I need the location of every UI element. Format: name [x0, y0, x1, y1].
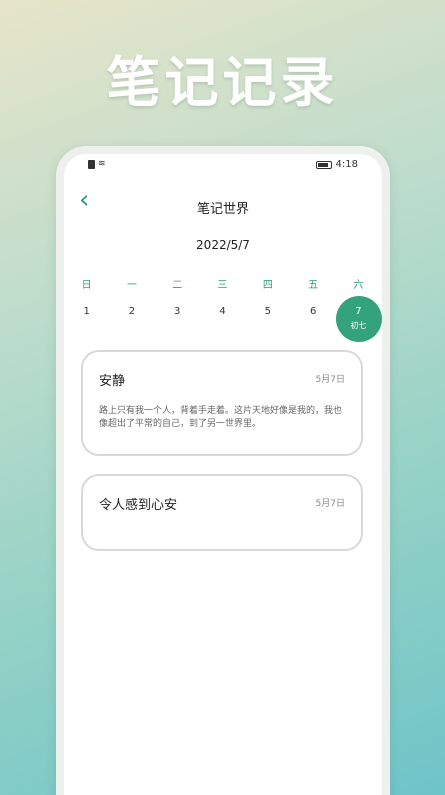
calendar-day-selected[interactable]: 7 初七 [335, 296, 382, 342]
weekday-header: 日 一 二 三 四 五 六 [64, 276, 382, 291]
status-bar: ≋ 4:18 [64, 158, 382, 174]
calendar-day[interactable]: 1 [64, 304, 109, 334]
weekday-label: 一 [126, 280, 137, 291]
note-title: 令人感到心安 [99, 498, 178, 513]
status-time: 4:18 [335, 159, 358, 170]
current-date[interactable]: 2022/5/7 [64, 238, 382, 252]
note-title: 安静 [99, 374, 126, 389]
calendar-day[interactable]: 4 [200, 304, 245, 334]
weekday-label: 日 [81, 280, 92, 291]
sim-icon [88, 160, 95, 169]
phone-frame: ≋ 4:18 ‹ 笔记世界 2022/5/7 日 一 二 三 四 五 六 1 2… [56, 146, 390, 795]
lunar-date: 初七 [350, 321, 367, 330]
battery-icon [315, 160, 332, 169]
note-card[interactable]: 令人感到心安 5月7日 [81, 474, 363, 551]
weekday-label: 四 [262, 280, 273, 291]
calendar-day[interactable]: 5 [245, 304, 290, 334]
note-card[interactable]: 安静 5月7日 路上只有我一个人，背着手走着。这片天地好像是我的，我也像超出了平… [81, 350, 363, 456]
calendar-day[interactable]: 2 [109, 304, 154, 334]
wifi-icon: ≋ [98, 159, 106, 169]
calendar-day[interactable]: 6 [290, 304, 335, 334]
page-title: 笔记世界 [196, 202, 249, 217]
hero-title: 笔记记录 [106, 51, 339, 114]
note-body: 路上只有我一个人，背着手走着。这片天地好像是我的，我也像超出了平常的自己，到了另… [99, 406, 343, 429]
note-date: 5月7日 [315, 375, 345, 385]
weekday-label: 二 [172, 280, 183, 291]
day-row: 1 2 3 4 5 6 7 初七 [64, 296, 382, 342]
weekday-label: 五 [308, 280, 319, 291]
app-screen: ≋ 4:18 ‹ 笔记世界 2022/5/7 日 一 二 三 四 五 六 1 2… [64, 154, 382, 795]
calendar-day[interactable]: 3 [155, 304, 200, 334]
weekday-label: 六 [353, 280, 364, 291]
note-date: 5月7日 [315, 499, 345, 509]
weekday-label: 三 [217, 280, 228, 291]
